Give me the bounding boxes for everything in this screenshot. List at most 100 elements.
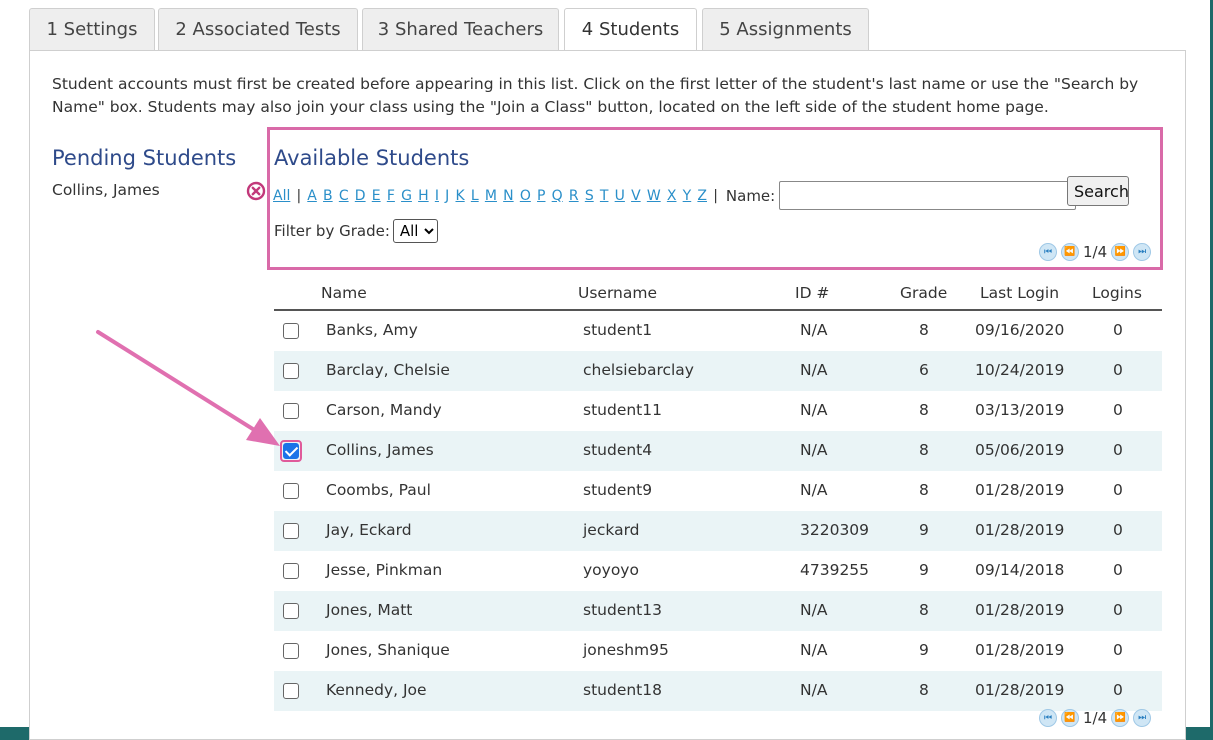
student-checkbox[interactable] <box>283 603 299 619</box>
tab-shared-teachers[interactable]: 3 Shared Teachers <box>362 8 559 51</box>
letter-link-j[interactable]: J <box>445 188 449 204</box>
student-checkbox[interactable] <box>283 683 299 699</box>
first-page-icon[interactable]: ⏮ <box>1039 243 1057 261</box>
cell-grade: 9 <box>919 561 929 579</box>
letter-link-a[interactable]: A <box>307 188 317 204</box>
letter-link-m[interactable]: M <box>485 188 497 204</box>
cell-logins: 0 <box>1113 641 1123 659</box>
tab-associated-tests[interactable]: 2 Associated Tests <box>158 8 358 51</box>
cell-logins: 0 <box>1113 321 1123 339</box>
letter-link-t[interactable]: T <box>600 188 609 204</box>
cell-name: Carson, Mandy <box>326 401 442 419</box>
next-page-icon[interactable]: ⏩ <box>1111 709 1130 727</box>
last-page-icon[interactable]: ⏭ <box>1133 709 1152 727</box>
cell-logins: 0 <box>1113 401 1123 419</box>
header-last-login[interactable]: Last Login <box>980 284 1059 302</box>
cell-username: chelsiebarclay <box>583 361 694 379</box>
letter-link-g[interactable]: G <box>401 188 412 204</box>
letter-link-d[interactable]: D <box>355 188 366 204</box>
next-page-icon[interactable]: ⏩ <box>1111 243 1130 261</box>
student-checkbox[interactable] <box>283 643 299 659</box>
letter-link-z[interactable]: Z <box>697 188 707 204</box>
header-id[interactable]: ID # <box>795 284 829 302</box>
remove-circle-icon[interactable] <box>246 181 266 201</box>
grade-select[interactable]: All <box>392 219 438 243</box>
cell-logins: 0 <box>1113 601 1123 619</box>
student-checkbox[interactable] <box>283 523 299 539</box>
cell-id: N/A <box>800 641 828 659</box>
cell-logins: 0 <box>1113 681 1123 699</box>
separator: | <box>296 187 302 204</box>
student-checkbox[interactable] <box>283 563 299 579</box>
last-page-icon[interactable]: ⏭ <box>1133 243 1152 261</box>
cell-name: Jesse, Pinkman <box>326 561 443 579</box>
letter-link-f[interactable]: F <box>387 188 395 204</box>
pending-student-item: Collins, James <box>52 181 160 199</box>
tab-students[interactable]: 4 Students <box>564 8 697 52</box>
cell-last-login: 09/16/2020 <box>975 321 1065 339</box>
letter-link-l[interactable]: L <box>471 188 479 204</box>
cell-id: N/A <box>800 321 828 339</box>
cell-id: N/A <box>800 441 828 459</box>
cell-grade: 8 <box>919 401 929 419</box>
letter-link-c[interactable]: C <box>339 188 349 204</box>
table-header: Name Username ID # Grade Last Login Logi… <box>274 277 1162 311</box>
cell-last-login: 05/06/2019 <box>975 441 1065 459</box>
letter-link-r[interactable]: R <box>569 188 579 204</box>
prev-page-icon[interactable]: ⏪ <box>1061 243 1079 261</box>
header-logins[interactable]: Logins <box>1092 284 1142 302</box>
header-grade[interactable]: Grade <box>900 284 947 302</box>
letter-link-all[interactable]: All <box>273 188 290 204</box>
student-checkbox[interactable] <box>283 363 299 379</box>
student-checkbox[interactable] <box>283 443 299 459</box>
letter-link-s[interactable]: S <box>585 188 594 204</box>
letter-link-y[interactable]: Y <box>683 188 692 204</box>
student-checkbox[interactable] <box>283 403 299 419</box>
cell-id: N/A <box>800 401 828 419</box>
student-checkbox[interactable] <box>283 323 299 339</box>
letter-link-x[interactable]: X <box>667 188 677 204</box>
tab-assignments[interactable]: 5 Assignments <box>702 8 869 51</box>
cell-logins: 0 <box>1113 361 1123 379</box>
letter-link-v[interactable]: V <box>631 188 641 204</box>
cell-grade: 8 <box>919 601 929 619</box>
cell-grade: 9 <box>919 521 929 539</box>
letter-link-b[interactable]: B <box>323 188 333 204</box>
cell-logins: 0 <box>1113 561 1123 579</box>
cell-logins: 0 <box>1113 521 1123 539</box>
cell-last-login: 09/14/2018 <box>975 561 1065 579</box>
letter-link-h[interactable]: H <box>418 188 429 204</box>
tab-settings[interactable]: 1 Settings <box>29 8 155 51</box>
letter-link-e[interactable]: E <box>372 188 381 204</box>
header-name[interactable]: Name <box>321 284 367 302</box>
cell-username: student11 <box>583 401 662 419</box>
letter-link-w[interactable]: W <box>647 188 661 204</box>
cell-grade: 8 <box>919 321 929 339</box>
letter-link-u[interactable]: U <box>615 188 625 204</box>
header-username[interactable]: Username <box>578 284 657 302</box>
letter-link-p[interactable]: P <box>537 188 545 204</box>
cell-last-login: 03/13/2019 <box>975 401 1065 419</box>
cell-logins: 0 <box>1113 481 1123 499</box>
letter-link-k[interactable]: K <box>455 188 464 204</box>
search-button[interactable]: Search <box>1067 176 1129 206</box>
cell-name: Kennedy, Joe <box>326 681 427 699</box>
grade-filter: Filter by Grade: All <box>274 219 438 243</box>
letter-link-q[interactable]: Q <box>552 188 563 204</box>
cell-username: joneshm95 <box>583 641 669 659</box>
prev-page-icon[interactable]: ⏪ <box>1061 709 1079 727</box>
cell-id: N/A <box>800 361 828 379</box>
cell-logins: 0 <box>1113 441 1123 459</box>
cell-id: 4739255 <box>800 561 870 579</box>
cell-username: student9 <box>583 481 653 499</box>
first-page-icon[interactable]: ⏮ <box>1039 709 1057 727</box>
letter-link-n[interactable]: N <box>503 188 513 204</box>
page-indicator: 1/4 <box>1083 709 1108 727</box>
cell-name: Jones, Matt <box>326 601 413 619</box>
cell-last-login: 01/28/2019 <box>975 681 1065 699</box>
name-search-input[interactable] <box>779 181 1077 210</box>
letter-link-o[interactable]: O <box>520 188 531 204</box>
student-checkbox[interactable] <box>283 483 299 499</box>
letter-link-i[interactable]: I <box>435 188 439 204</box>
cell-name: Coombs, Paul <box>326 481 431 499</box>
